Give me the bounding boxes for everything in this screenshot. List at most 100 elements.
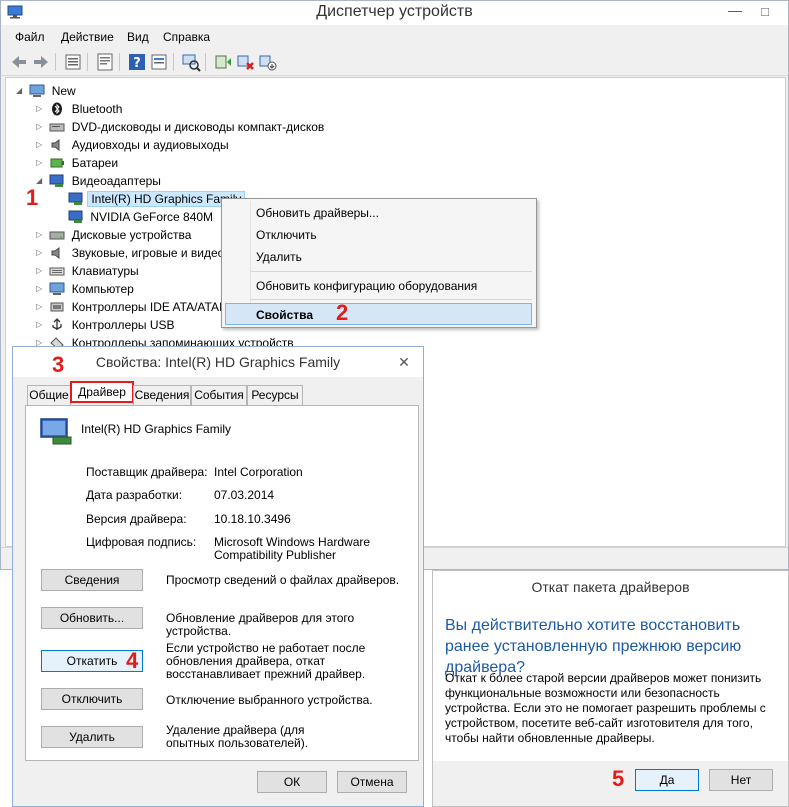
ok-button[interactable]: ОК bbox=[257, 771, 327, 793]
display-adapter-icon bbox=[40, 418, 72, 445]
properties-titlebar: Свойства: Intel(R) HD Graphics Family ✕ bbox=[13, 347, 423, 377]
tree-item-bluetooth[interactable]: ▷ Bluetooth bbox=[36, 99, 122, 117]
tab-events[interactable]: События bbox=[191, 385, 247, 405]
tree-root-label: New bbox=[51, 83, 76, 98]
menu-uninstall[interactable]: Удалить bbox=[256, 250, 302, 264]
update-driver-desc: Обновление драйверов для этого устройств… bbox=[166, 611, 355, 638]
expand-icon[interactable]: ▷ bbox=[36, 118, 46, 136]
signer-value: Microsoft Windows Hardware bbox=[214, 535, 371, 549]
display-adapter-icon bbox=[68, 210, 83, 223]
battery-icon bbox=[50, 158, 65, 168]
toolbar: ? bbox=[1, 48, 788, 76]
yes-button[interactable]: Да bbox=[635, 769, 699, 791]
provider-key: Поставщик драйвера: bbox=[86, 465, 208, 479]
expand-icon[interactable]: ▷ bbox=[36, 316, 46, 334]
tree-item-batteries[interactable]: ▷ Батареи bbox=[36, 153, 118, 171]
ide-controller-icon bbox=[50, 302, 64, 312]
menu-file[interactable]: Файл bbox=[15, 30, 45, 44]
disk-drive-icon bbox=[49, 231, 65, 240]
expand-icon[interactable]: ▷ bbox=[36, 298, 46, 316]
update-driver-icon[interactable] bbox=[213, 52, 233, 72]
update-driver-button[interactable]: Обновить... bbox=[41, 607, 143, 629]
minimize-button[interactable]: — bbox=[723, 3, 747, 21]
rollback-text: Откат к более старой версии драйверов мо… bbox=[445, 671, 766, 745]
step-marker-2: 2 bbox=[336, 300, 349, 325]
rollback-titlebar: Откат пакета драйверов bbox=[433, 571, 788, 603]
disable-device-icon[interactable] bbox=[257, 52, 277, 72]
tree-item-computer[interactable]: ▷ Компьютер bbox=[36, 279, 134, 297]
menu-update-drivers[interactable]: Обновить драйверы... bbox=[256, 206, 379, 220]
properties-icon[interactable] bbox=[95, 52, 115, 72]
computer-icon bbox=[49, 282, 65, 295]
menu-scan-hardware[interactable]: Обновить конфигурацию оборудования bbox=[256, 279, 477, 293]
tab-resources[interactable]: Ресурсы bbox=[247, 385, 303, 405]
step-marker-3: 3 bbox=[52, 352, 65, 377]
tree-view-icon[interactable] bbox=[63, 52, 83, 72]
expand-icon[interactable]: ▷ bbox=[36, 154, 46, 172]
tree-item-disk-drives[interactable]: ▷ Дисковые устройства bbox=[36, 225, 191, 243]
bluetooth-icon bbox=[52, 102, 63, 116]
back-arrow-icon[interactable] bbox=[9, 52, 29, 72]
collapse-icon[interactable]: ◢ bbox=[16, 82, 26, 100]
menu-disable[interactable]: Отключить bbox=[256, 228, 317, 242]
tab-driver[interactable]: Драйвер bbox=[70, 381, 134, 403]
menu-help[interactable]: Справка bbox=[163, 30, 210, 44]
signer-value-line2: Compatibility Publisher bbox=[214, 548, 337, 562]
no-button[interactable]: Нет bbox=[709, 769, 773, 791]
tree-item-nvidia[interactable]: NVIDIA GeForce 840M bbox=[68, 207, 213, 225]
display-adapter-icon bbox=[49, 174, 64, 187]
menu-action[interactable]: Действие bbox=[61, 30, 114, 44]
uninstall-driver-desc: Удаление драйвера (для опытных пользоват… bbox=[166, 723, 309, 750]
disable-device-button[interactable]: Отключить bbox=[41, 688, 143, 710]
expand-icon[interactable]: ▷ bbox=[36, 262, 46, 280]
version-value: 10.18.10.3496 bbox=[214, 512, 291, 526]
menu-properties[interactable]: Свойства bbox=[256, 308, 313, 322]
driver-details-button[interactable]: Сведения bbox=[41, 569, 143, 591]
tree-item-display-adapters[interactable]: ◢ Видеоадаптеры bbox=[36, 171, 161, 189]
expand-icon[interactable]: ▷ bbox=[36, 244, 46, 262]
date-value: 07.03.2014 bbox=[214, 488, 275, 502]
tab-details[interactable]: Сведения bbox=[133, 385, 191, 405]
tree-item-ide[interactable]: ▷ Контроллеры IDE ATA/ATAI bbox=[36, 297, 222, 315]
expand-icon[interactable]: ▷ bbox=[36, 280, 46, 298]
maximize-button[interactable]: □ bbox=[753, 3, 777, 21]
help-icon[interactable]: ? bbox=[127, 52, 147, 72]
svg-text:?: ? bbox=[133, 56, 141, 71]
tree-item-dvd[interactable]: ▷ DVD-дисководы и дисководы компакт-диск… bbox=[36, 117, 324, 135]
speaker-icon bbox=[51, 138, 60, 151]
properties-dialog: Свойства: Intel(R) HD Graphics Family ✕ … bbox=[12, 346, 424, 807]
properties-title: Свойства: Intel(R) HD Graphics Family bbox=[95, 354, 341, 370]
tree-item-intel-hd[interactable]: Intel(R) HD Graphics Family bbox=[68, 189, 246, 207]
uninstall-device-icon[interactable] bbox=[235, 52, 255, 72]
tree-item-usb[interactable]: ▷ Контроллеры USB bbox=[36, 315, 175, 333]
close-button[interactable]: ✕ bbox=[393, 353, 415, 371]
tree-root[interactable]: ◢ New bbox=[16, 81, 76, 99]
menu-view[interactable]: Вид bbox=[127, 30, 149, 44]
tree-item-sound[interactable]: ▷ Звуковые, игровые и видео bbox=[36, 243, 224, 261]
window-titlebar: Диспетчер устройств — □ bbox=[1, 1, 788, 25]
provider-value: Intel Corporation bbox=[214, 465, 303, 479]
tab-general[interactable]: Общие bbox=[27, 385, 71, 405]
date-key: Дата разработки: bbox=[86, 488, 183, 502]
dvd-drive-icon bbox=[49, 123, 65, 132]
driver-details-desc: Просмотр сведений о файлах драйверов. bbox=[166, 573, 400, 587]
display-adapter-icon bbox=[68, 192, 83, 205]
forward-arrow-icon[interactable] bbox=[31, 52, 51, 72]
step-marker-5: 5 bbox=[612, 766, 625, 791]
scan-hardware-icon[interactable] bbox=[181, 52, 201, 72]
expand-icon[interactable]: ▷ bbox=[36, 226, 46, 244]
rollback-driver-desc: Если устройство не работает после обновл… bbox=[166, 641, 366, 681]
uninstall-driver-button[interactable]: Удалить bbox=[41, 726, 143, 748]
step-marker-4: 4 bbox=[126, 648, 139, 673]
tree-item-audio-io[interactable]: ▷ Аудиовходы и аудиовыходы bbox=[36, 135, 229, 153]
cancel-button[interactable]: Отмена bbox=[337, 771, 407, 793]
keyboard-icon bbox=[49, 267, 65, 276]
tree-item-keyboards[interactable]: ▷ Клавиатуры bbox=[36, 261, 139, 279]
menu-bar: Файл Действие Вид Справка bbox=[1, 26, 788, 48]
computer-icon bbox=[29, 84, 45, 97]
disable-device-desc: Отключение выбранного устройства. bbox=[166, 693, 373, 707]
signer-key: Цифровая подпись: bbox=[86, 535, 197, 549]
expand-icon[interactable]: ▷ bbox=[36, 100, 46, 118]
show-hidden-icon[interactable] bbox=[149, 52, 169, 72]
expand-icon[interactable]: ▷ bbox=[36, 136, 46, 154]
